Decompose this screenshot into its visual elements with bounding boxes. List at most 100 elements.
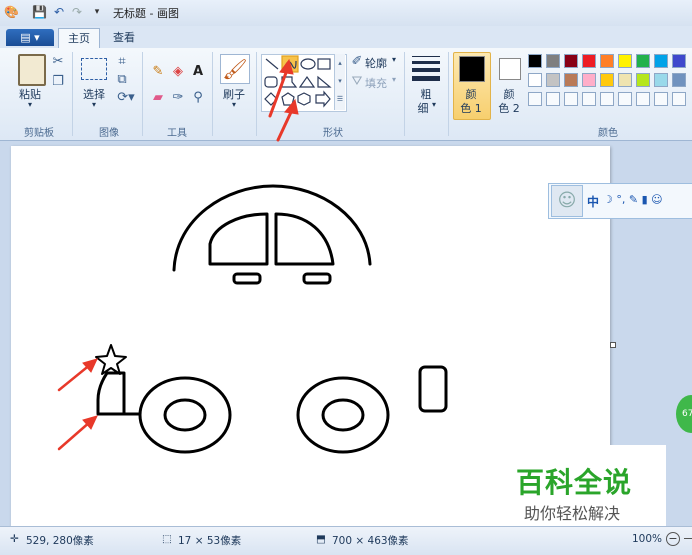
custom-color-slot[interactable] xyxy=(564,92,578,106)
paste-icon[interactable] xyxy=(18,54,46,86)
color2-swatch[interactable] xyxy=(499,58,521,80)
zoom-out-icon[interactable]: − xyxy=(666,532,680,546)
select-dropdown-icon[interactable]: ▾ xyxy=(86,100,102,109)
outline-dropdown[interactable]: 轮廓 xyxy=(365,55,387,71)
palette-color-swatch[interactable] xyxy=(600,54,614,68)
outline-dropdown-arrow-icon[interactable]: ▾ xyxy=(392,55,396,64)
palette-color-swatch[interactable] xyxy=(600,73,614,87)
file-menu-button[interactable]: ▤ ▾ xyxy=(6,29,54,46)
palette-color-swatch[interactable] xyxy=(636,73,650,87)
palette-color-swatch[interactable] xyxy=(528,73,542,87)
color-picker-icon[interactable]: ✑ xyxy=(170,90,186,106)
palette-color-swatch[interactable] xyxy=(654,54,668,68)
custom-color-slot[interactable] xyxy=(636,92,650,106)
fill-dropdown-arrow-icon[interactable]: ▾ xyxy=(392,75,396,84)
ribbon: 粘贴 ▾ ✂ ❐ 剪贴板 选择 ▾ ⌗ ⧉ ⟳▾ 图像 ✎ ◈ A ▰ ✑ ⚲ … xyxy=(0,48,692,141)
ime-avatar-icon[interactable]: ☺ xyxy=(551,185,583,217)
fill-icon[interactable]: ◈ xyxy=(170,64,186,80)
fill-bucket-icon[interactable]: ⛛ xyxy=(349,74,365,90)
color-palette xyxy=(528,54,692,110)
palette-color-swatch[interactable] xyxy=(564,73,578,87)
status-bar: ✛ 529, 280像素 ⬚ 17 × 53像素 ⬒ 700 × 463像素 1… xyxy=(0,526,692,555)
colors-group-label: 颜色 xyxy=(598,128,618,139)
car-right-window xyxy=(274,212,335,266)
pencil-icon[interactable]: ✎ xyxy=(150,64,166,80)
palette-color-swatch[interactable] xyxy=(636,54,650,68)
cursor-position: 529, 280像素 xyxy=(26,535,94,547)
red-arrow-head-curve xyxy=(279,58,294,75)
zoom-level: 100% xyxy=(632,533,663,545)
paste-dropdown-icon[interactable]: ▾ xyxy=(22,100,38,109)
color1-swatch[interactable] xyxy=(459,56,485,82)
selection-size: 17 × 53像素 xyxy=(178,535,242,547)
ime-mode-button[interactable]: 中 xyxy=(587,193,599,210)
rear-wheel-outer xyxy=(138,376,232,454)
undo-icon[interactable]: ↶ xyxy=(52,5,66,19)
canvas-size: 700 × 463像素 xyxy=(332,535,409,547)
rotate-icon[interactable]: ⟳▾ xyxy=(114,90,138,106)
palette-color-swatch[interactable] xyxy=(564,54,578,68)
custom-color-slot[interactable] xyxy=(600,92,614,106)
palette-color-swatch[interactable] xyxy=(672,54,686,68)
shapes-scroll-buttons[interactable]: ▴ ▾ ☰ xyxy=(334,54,345,110)
redo-icon[interactable]: ↷ xyxy=(70,5,84,19)
headlight-rect xyxy=(418,365,448,413)
red-arrow-to-curve-tool xyxy=(268,68,289,118)
crop-icon[interactable]: ⌗ xyxy=(114,54,130,70)
custom-color-slot[interactable] xyxy=(654,92,668,106)
rear-wheel-inner xyxy=(163,398,207,432)
tab-home[interactable]: 主页 xyxy=(58,28,100,49)
palette-color-swatch[interactable] xyxy=(672,73,686,87)
ime-tool-icons[interactable]: ☽ °, ✎ ▮ ☺ xyxy=(603,193,663,206)
custom-color-slot[interactable] xyxy=(546,92,560,106)
custom-color-slot[interactable] xyxy=(582,92,596,106)
save-icon[interactable]: 💾 xyxy=(32,5,47,19)
tools-group-label: 工具 xyxy=(167,128,187,139)
line-width-icon[interactable] xyxy=(412,56,440,81)
select-icon[interactable] xyxy=(81,58,107,80)
red-arrow-to-shapes xyxy=(276,108,294,142)
size-label-line2[interactable]: 细 xyxy=(412,100,434,116)
car-left-handle xyxy=(232,272,262,285)
cut-icon[interactable]: ✂ xyxy=(50,54,66,70)
ribbon-tab-row: ▤ ▾ 主页 查看 xyxy=(0,26,692,49)
eraser-icon[interactable]: ▰ xyxy=(150,90,166,106)
palette-color-swatch[interactable] xyxy=(582,54,596,68)
custom-color-slot[interactable] xyxy=(672,92,686,106)
ime-toolbar: ☺ 中 ☽ °, ✎ ▮ ☺ xyxy=(548,183,692,219)
brush-icon[interactable]: 🖌 xyxy=(220,54,250,84)
car-roof-arc xyxy=(172,184,372,272)
group-divider xyxy=(72,52,73,136)
palette-color-swatch[interactable] xyxy=(618,73,632,87)
fill-dropdown[interactable]: 填充 xyxy=(365,75,387,91)
copy-icon[interactable]: ❐ xyxy=(50,74,66,90)
canvas-resize-handle-right[interactable] xyxy=(610,342,616,348)
magnifier-icon[interactable]: ⚲ xyxy=(190,90,206,106)
palette-color-swatch[interactable] xyxy=(528,54,542,68)
group-divider xyxy=(404,52,405,136)
palette-color-swatch[interactable] xyxy=(546,54,560,68)
outline-icon[interactable]: ✐ xyxy=(349,54,365,70)
tab-view[interactable]: 查看 xyxy=(104,28,144,48)
watermark-overlay: 百科全说 助你轻松解决 xyxy=(494,445,666,526)
brushes-dropdown-icon[interactable]: ▾ xyxy=(226,100,242,109)
resize-icon[interactable]: ⧉ xyxy=(114,72,130,88)
size-dropdown-icon[interactable]: ▾ xyxy=(432,100,436,109)
custom-color-slot[interactable] xyxy=(618,92,632,106)
palette-color-swatch[interactable] xyxy=(546,73,560,87)
palette-color-swatch[interactable] xyxy=(618,54,632,68)
quick-access-dropdown-icon[interactable]: ▾ xyxy=(90,5,104,19)
car-left-window xyxy=(208,212,269,266)
red-arrow-to-exhaust xyxy=(57,419,93,451)
car-right-handle xyxy=(302,272,332,285)
front-wheel-inner xyxy=(321,398,365,432)
watermark-subtitle: 助你轻松解决 xyxy=(524,504,621,523)
text-icon[interactable]: A xyxy=(190,64,206,80)
color2-label-line2[interactable]: 色 2 xyxy=(493,100,525,116)
custom-color-slot[interactable] xyxy=(528,92,542,106)
palette-color-swatch[interactable] xyxy=(582,73,596,87)
exhaust-shape xyxy=(96,371,126,416)
zoom-slider[interactable] xyxy=(684,538,692,539)
image-group-label: 图像 xyxy=(99,128,119,139)
palette-color-swatch[interactable] xyxy=(654,73,668,87)
